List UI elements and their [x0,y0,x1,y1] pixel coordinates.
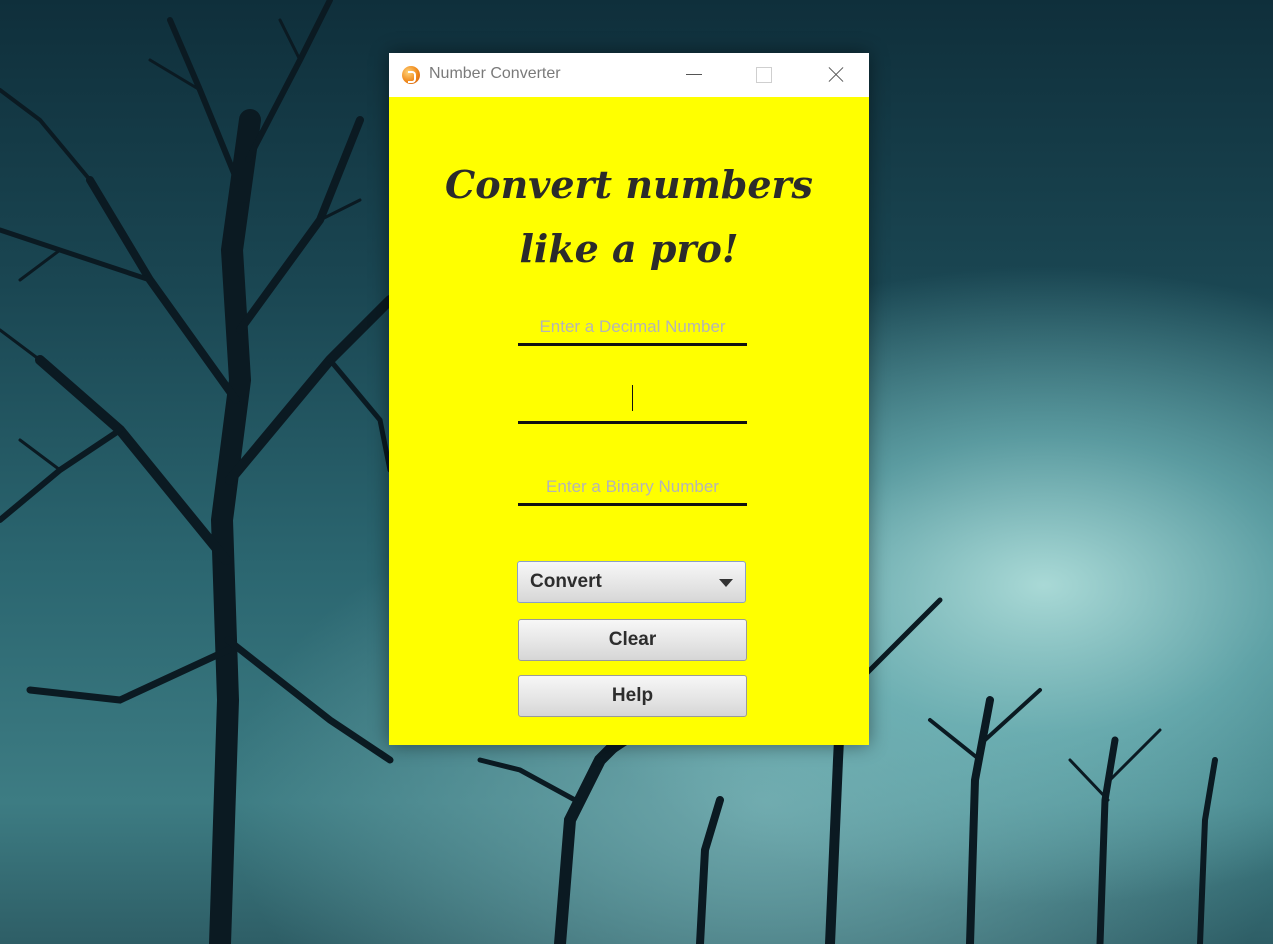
convert-dropdown[interactable]: Convert [517,561,746,603]
clear-button[interactable]: Clear [518,619,747,661]
app-icon [402,66,420,84]
close-icon[interactable] [812,53,858,97]
binary-input-placeholder: Enter a Binary Number [546,477,719,496]
result-input[interactable] [518,381,747,424]
headline-line-2: like a pro! [519,226,739,271]
headline-line-1: Convert numbers [445,162,813,207]
decimal-input-placeholder: Enter a Decimal Number [539,317,726,336]
window-title: Number Converter [429,65,561,82]
title-bar[interactable]: Number Converter [389,53,869,97]
help-button-label: Help [611,685,654,706]
headline: Convert numbers like a pro! [389,153,869,281]
convert-dropdown-label: Convert [530,571,602,592]
binary-input[interactable]: Enter a Binary Number [518,463,747,506]
text-cursor [632,385,633,411]
decimal-input[interactable]: Enter a Decimal Number [518,303,747,346]
clear-button-label: Clear [608,629,657,650]
minimize-icon[interactable] [671,53,717,97]
help-button[interactable]: Help [518,675,747,717]
number-converter-window: Number Converter Convert numbers like a … [389,53,869,745]
maximize-icon[interactable] [741,53,787,97]
chevron-down-icon [719,579,733,587]
